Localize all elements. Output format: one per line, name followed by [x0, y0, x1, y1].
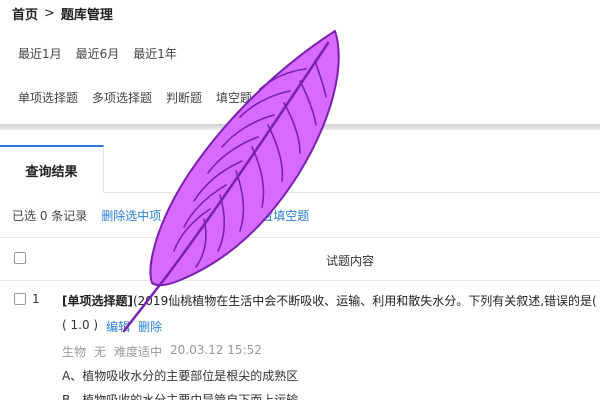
result-tabs: 查询结果 [0, 145, 600, 193]
filter-last-6-months[interactable]: 最近6月 [76, 45, 120, 62]
selected-count: 已选 0 条记录 [12, 209, 88, 223]
question-meta: 生物 无 难度适中 20.03.12 15:52 [62, 343, 262, 360]
filter-true-false[interactable]: 判断题 [166, 89, 202, 106]
breadcrumb: 首页 > 题库管理 [12, 4, 113, 23]
type-filter-row: 单项选择题 多项选择题 判断题 填空题 [18, 89, 252, 106]
meta-subject: 生物 [62, 345, 87, 359]
question-text: [单项选择题](2019仙桃植物在生活中会不断吸收、运输、利用和散失水分。下列有… [62, 292, 600, 309]
select-all-checkbox[interactable] [14, 252, 26, 264]
delete-link[interactable]: 删除 [138, 318, 162, 335]
tab-query-results[interactable]: 查询结果 [0, 145, 104, 193]
question-stem: (2019仙桃植物在生活中会不断吸收、运输、利用和散失水分。下列有关叙述,错误的… [132, 294, 597, 308]
filter-last-1-year[interactable]: 最近1年 [133, 45, 177, 62]
meta-time: 20.03.12 15:52 [170, 343, 262, 357]
table-header: 试题内容 [0, 237, 600, 281]
breadcrumb-current: 题库管理 [60, 8, 113, 23]
selection-toolbar: 已选 0 条记录 删除选中项 设置填空题 [12, 207, 309, 224]
time-filter-row: 最近1月 最近6月 最近1年 [18, 45, 177, 62]
breadcrumb-home[interactable]: 首页 [12, 4, 38, 23]
row-checkbox[interactable] [14, 293, 26, 305]
question-actions: ( 1.0 ) 编辑 删除 [62, 318, 162, 335]
panel-divider [0, 124, 600, 130]
filter-multiple-choice[interactable]: 多项选择题 [92, 89, 152, 106]
edit-link[interactable]: 编辑 [106, 318, 130, 335]
meta-none: 无 [94, 345, 107, 359]
question-type-tag: [单项选择题] [62, 294, 133, 308]
filter-fill-blank[interactable]: 填空题 [216, 89, 252, 106]
row-index: 1 [32, 292, 40, 306]
breadcrumb-separator: > [44, 6, 55, 21]
table-row: 1 [单项选择题](2019仙桃植物在生活中会不断吸收、运输、利用和散失水分。下… [0, 281, 600, 400]
option-a: A、植物吸收水分的主要部位是根尖的成熟区 [62, 369, 299, 383]
set-fill-blank-link[interactable]: 设置填空题 [249, 207, 309, 224]
column-header-content: 试题内容 [326, 254, 375, 268]
filter-panel: 首页 > 题库管理 最近1月 最近6月 最近1年 单项选择题 多项选择题 判断题… [0, 0, 600, 126]
option-b: B、植物吸收的水分主要由导管自下而上运输 [62, 393, 299, 400]
toolbar-spacer [175, 207, 235, 224]
filter-last-1-month[interactable]: 最近1月 [18, 45, 62, 62]
delete-selected-link[interactable]: 删除选中项 [101, 207, 161, 224]
meta-difficulty: 难度适中 [114, 345, 163, 359]
filter-single-choice[interactable]: 单项选择题 [18, 89, 78, 106]
question-score: ( 1.0 ) [62, 318, 99, 332]
